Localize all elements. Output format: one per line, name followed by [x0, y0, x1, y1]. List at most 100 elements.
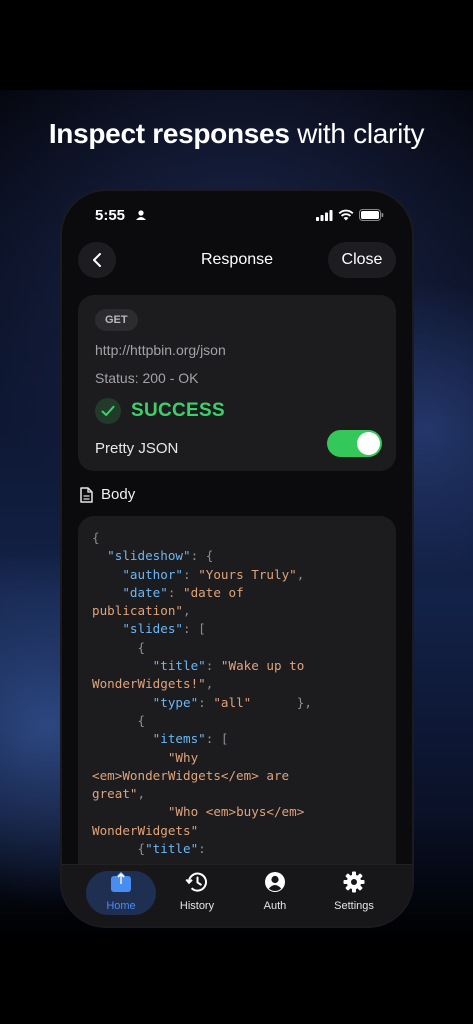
json-key: "type"	[152, 694, 199, 710]
history-icon	[185, 872, 207, 892]
headline-rest: with clarity	[289, 118, 425, 149]
tab-home[interactable]: Home	[86, 871, 156, 915]
json-punctuation: ,	[205, 676, 214, 692]
json-string: publication"	[92, 603, 183, 619]
json-key: "items"	[152, 731, 206, 747]
json-string: "Why	[167, 749, 199, 765]
json-punctuation: :	[205, 658, 221, 674]
json-punctuation	[92, 548, 107, 563]
headline: Inspect responses with clarity	[0, 118, 473, 150]
json-punctuation: :	[167, 584, 184, 600]
code-line: publication",	[92, 602, 392, 620]
home-upload-icon	[111, 871, 131, 892]
json-punctuation: : [	[205, 731, 229, 747]
code-line: "Who <em>buys</em>	[92, 803, 392, 821]
json-punctuation: : {	[190, 548, 214, 564]
request-url: http://httpbin.org/json	[95, 342, 226, 358]
body-section-header: Body	[80, 486, 135, 503]
json-key: "author"	[122, 566, 184, 582]
json-string: WonderWidgets"	[92, 822, 199, 838]
code-line: <em>WonderWidgets</em> are	[92, 767, 392, 785]
method-badge: GET	[95, 309, 138, 331]
json-punctuation: : [	[183, 621, 206, 637]
body-label: Body	[101, 486, 136, 503]
checkmark-icon	[95, 398, 121, 424]
json-punctuation: :	[183, 566, 199, 582]
tab-history-label: History	[179, 900, 215, 912]
json-punctuation: {	[92, 530, 100, 545]
tab-home-label: Home	[106, 900, 136, 912]
json-punctuation: {	[92, 712, 146, 728]
tab-history[interactable]: History	[162, 871, 232, 915]
tab-settings[interactable]: Settings	[319, 871, 389, 915]
tab-auth[interactable]: Auth	[240, 871, 310, 915]
result-label: SUCCESS	[131, 400, 225, 421]
code-line: {	[92, 529, 392, 547]
code-line: "title": "Wake up to	[92, 657, 392, 675]
json-string: "Yours Truly"	[198, 566, 297, 582]
code-line: "slideshow": {	[92, 547, 392, 565]
navigation-bar: Response Close	[78, 242, 396, 278]
json-string: "Wake up to	[220, 658, 305, 674]
json-punctuation	[92, 585, 122, 600]
json-string: "date of	[183, 584, 244, 600]
response-summary-card: GET http://httpbin.org/json Status: 200 …	[78, 295, 396, 471]
json-punctuation	[92, 731, 153, 746]
pretty-json-toggle[interactable]	[327, 430, 382, 457]
signal-icon	[316, 209, 333, 221]
json-body-viewer[interactable]: { "slideshow": { "author": "Yours Truly"…	[78, 516, 396, 876]
person-circle-icon	[265, 872, 285, 892]
json-punctuation: ,	[137, 786, 146, 802]
phone-frame: 5:55 Response Close GET http://httpbin.o…	[62, 191, 412, 926]
json-punctuation: :	[198, 841, 206, 857]
json-key: "title"	[145, 841, 199, 857]
code-line: {	[92, 712, 392, 730]
pretty-json-label: Pretty JSON	[95, 440, 179, 457]
json-string: <em>WonderWidgets</em> are	[92, 767, 290, 783]
code-line: "type": "all" },	[92, 694, 392, 712]
code-line: WonderWidgets"	[92, 822, 392, 840]
json-string: "all"	[213, 694, 252, 710]
json-key: "date"	[122, 584, 168, 600]
json-punctuation: {	[92, 639, 146, 655]
json-punctuation: ,	[296, 566, 305, 582]
close-button[interactable]: Close	[328, 242, 396, 278]
code-line: "author": "Yours Truly",	[92, 566, 392, 584]
json-string: "Who <em>buys</em>	[167, 804, 305, 820]
json-punctuation	[92, 567, 122, 582]
document-icon	[80, 486, 93, 503]
wifi-icon	[338, 209, 354, 221]
json-string: great"	[92, 786, 138, 802]
status-icons	[316, 209, 384, 221]
status-bar: 5:55	[62, 191, 412, 241]
json-key: "slides"	[122, 621, 184, 637]
code-line: "items": [	[92, 730, 392, 748]
json-punctuation: ,	[183, 603, 191, 619]
json-punctuation	[92, 695, 153, 710]
tab-bar: Home History Auth Settings	[62, 864, 412, 926]
json-punctuation: :	[198, 694, 214, 710]
json-key: "title"	[152, 658, 206, 674]
tab-auth-label: Auth	[263, 900, 287, 912]
success-row: SUCCESS	[95, 398, 225, 424]
json-string: WonderWidgets!"	[92, 676, 206, 692]
json-punctuation	[92, 750, 168, 765]
json-code-block: { "slideshow": { "author": "Yours Truly"…	[92, 529, 392, 858]
headline-strong: Inspect responses	[48, 118, 290, 149]
gear-icon	[343, 871, 365, 893]
code-line: great",	[92, 785, 392, 803]
code-line: WonderWidgets!",	[92, 675, 392, 693]
code-line: {	[92, 639, 392, 657]
status-code: Status: 200 - OK	[95, 370, 199, 386]
json-punctuation: {	[92, 841, 146, 857]
battery-icon	[359, 209, 384, 221]
json-punctuation	[92, 658, 153, 673]
json-punctuation	[92, 621, 122, 636]
code-line: "Why	[92, 749, 392, 767]
status-time: 5:55	[95, 207, 126, 224]
tab-settings-label: Settings	[334, 900, 374, 912]
person-icon	[136, 210, 146, 220]
json-punctuation	[92, 804, 168, 819]
code-line: "slides": [	[92, 620, 392, 638]
toggle-knob	[357, 432, 380, 455]
